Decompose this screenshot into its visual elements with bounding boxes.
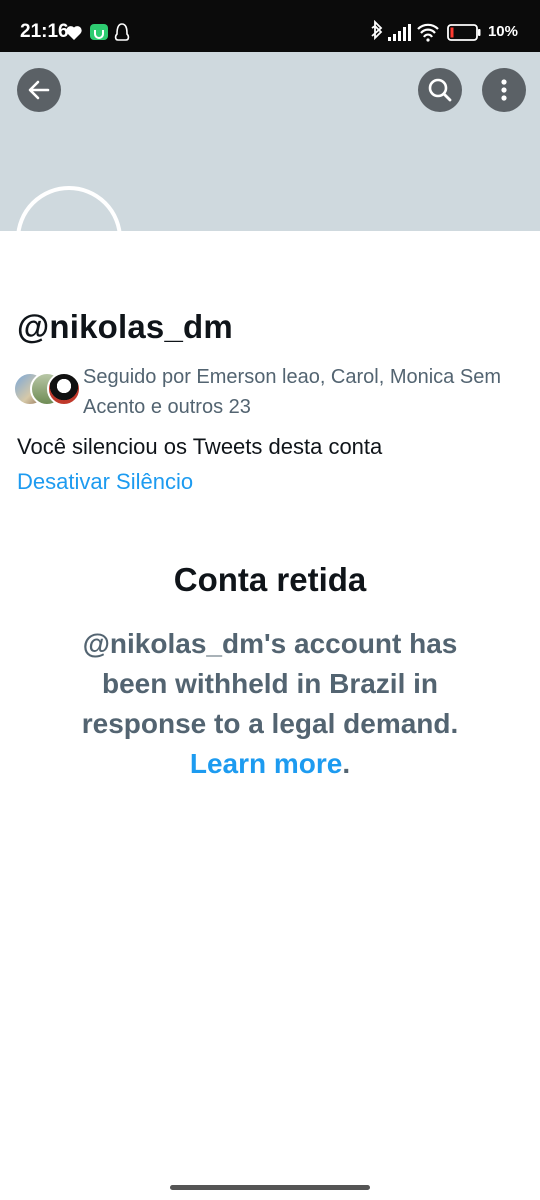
- search-icon: [428, 78, 452, 102]
- heart-icon: [66, 26, 82, 40]
- avatar: [47, 372, 81, 406]
- status-right-icons: 10%: [368, 19, 518, 44]
- more-vertical-icon: [501, 79, 507, 101]
- withheld-message-block: @nikolas_dm's account has been withheld …: [50, 624, 490, 784]
- back-button[interactable]: [17, 68, 61, 112]
- follower-avatars: [13, 372, 81, 406]
- home-indicator[interactable]: [170, 1185, 370, 1190]
- withheld-trailing-period: .: [342, 748, 351, 779]
- status-time: 21:16: [20, 21, 69, 42]
- unmute-link[interactable]: Desativar Silêncio: [17, 467, 193, 497]
- status-notification-icons: [66, 23, 130, 41]
- status-bar: 21:16 10%: [0, 0, 540, 52]
- followers-you-know[interactable]: Seguido por Emerson leao, Carol, Monica …: [13, 362, 528, 422]
- withheld-message: @nikolas_dm's account has been withheld …: [81, 628, 459, 739]
- more-options-button[interactable]: [482, 68, 526, 112]
- battery-percentage: 10%: [487, 23, 518, 40]
- battery-icon: [447, 24, 481, 41]
- arrow-left-icon: [28, 80, 50, 100]
- signal-icon: [388, 24, 411, 41]
- status-left-icons: [66, 21, 130, 43]
- followed-by-text: Seguido por Emerson leao, Carol, Monica …: [83, 366, 501, 418]
- penguin-icon: [114, 23, 130, 41]
- bluetooth-icon: [371, 19, 383, 41]
- muted-notice: Você silenciou os Tweets desta conta: [17, 434, 383, 459]
- withheld-title: Conta retida: [173, 561, 367, 598]
- learn-more-link[interactable]: Learn more: [190, 748, 343, 779]
- wifi-icon: [417, 23, 439, 38]
- profile-handle: @nikolas_dm: [17, 308, 233, 345]
- search-button[interactable]: [418, 68, 462, 112]
